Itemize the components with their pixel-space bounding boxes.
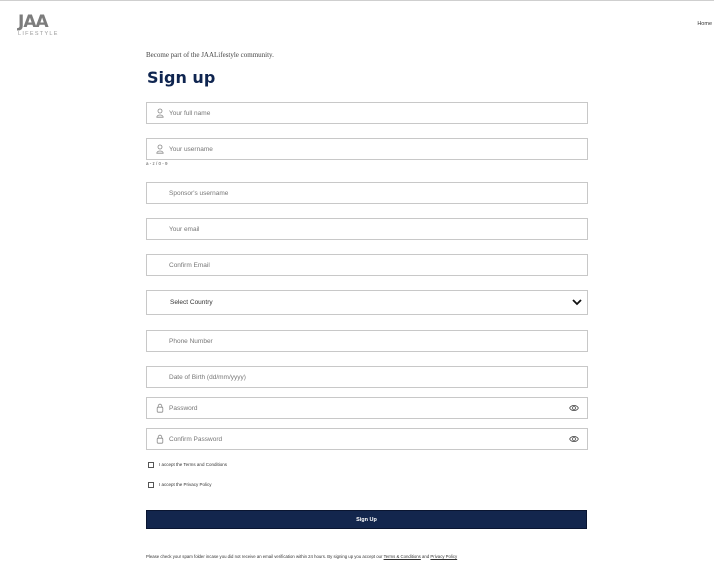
username-hint: a - z / 0 - 9 — [146, 161, 168, 166]
sponsor-field-container — [146, 182, 588, 204]
logo-subtitle: LIFESTYLE — [18, 31, 59, 37]
username-field-container — [146, 138, 588, 160]
privacy-checkbox[interactable] — [148, 481, 154, 488]
dob-input[interactable] — [147, 367, 587, 387]
terms-checkbox-row: I accept the Terms and Conditions — [148, 460, 227, 469]
page-title: Sign up — [147, 68, 216, 87]
confirm-email-field-container — [146, 254, 588, 276]
fullname-field-container — [146, 102, 588, 124]
privacy-link[interactable]: Privacy Policy — [430, 554, 457, 559]
privacy-checkbox-row: I accept the Privacy Policy — [148, 480, 212, 489]
terms-link[interactable]: Terms & Conditions — [384, 554, 421, 559]
signup-form: Become part of the JAALifestyle communit… — [146, 51, 588, 559]
eye-icon[interactable] — [569, 404, 579, 412]
phone-field-container — [146, 330, 588, 352]
email-field-container — [146, 218, 588, 240]
footer-note-text: Please check your spam folder incase you… — [146, 554, 384, 559]
sponsor-username-input[interactable] — [147, 183, 587, 203]
confirm-password-input[interactable] — [147, 429, 587, 449]
password-input[interactable] — [147, 398, 587, 418]
confirm-password-field-container — [146, 428, 588, 450]
logo-mark: JAA — [18, 12, 49, 32]
password-field-container — [146, 397, 588, 419]
intro-text: Become part of the JAALifestyle communit… — [146, 51, 274, 59]
signup-button[interactable]: Sign Up — [146, 510, 587, 529]
email-input[interactable] — [147, 219, 587, 239]
username-input[interactable] — [147, 139, 587, 159]
country-select[interactable]: Select Country — [146, 290, 588, 315]
footer-note: Please check your spam folder incase you… — [146, 554, 596, 559]
country-select-value: Select Country — [170, 299, 213, 306]
nav-home-link[interactable]: Home — [697, 21, 712, 27]
fullname-input[interactable] — [147, 103, 587, 123]
footer-and: and — [420, 554, 431, 559]
chevron-down-icon — [572, 299, 582, 306]
brand-logo[interactable]: JAA LIFESTYLE — [18, 14, 58, 38]
confirm-email-input[interactable] — [147, 255, 587, 275]
dob-field-container — [146, 366, 588, 388]
terms-checkbox-label[interactable]: I accept the Terms and Conditions — [159, 462, 227, 467]
eye-icon[interactable] — [569, 435, 579, 443]
privacy-checkbox-label[interactable]: I accept the Privacy Policy — [159, 482, 212, 487]
phone-input[interactable] — [147, 331, 587, 351]
terms-checkbox[interactable] — [148, 461, 154, 468]
